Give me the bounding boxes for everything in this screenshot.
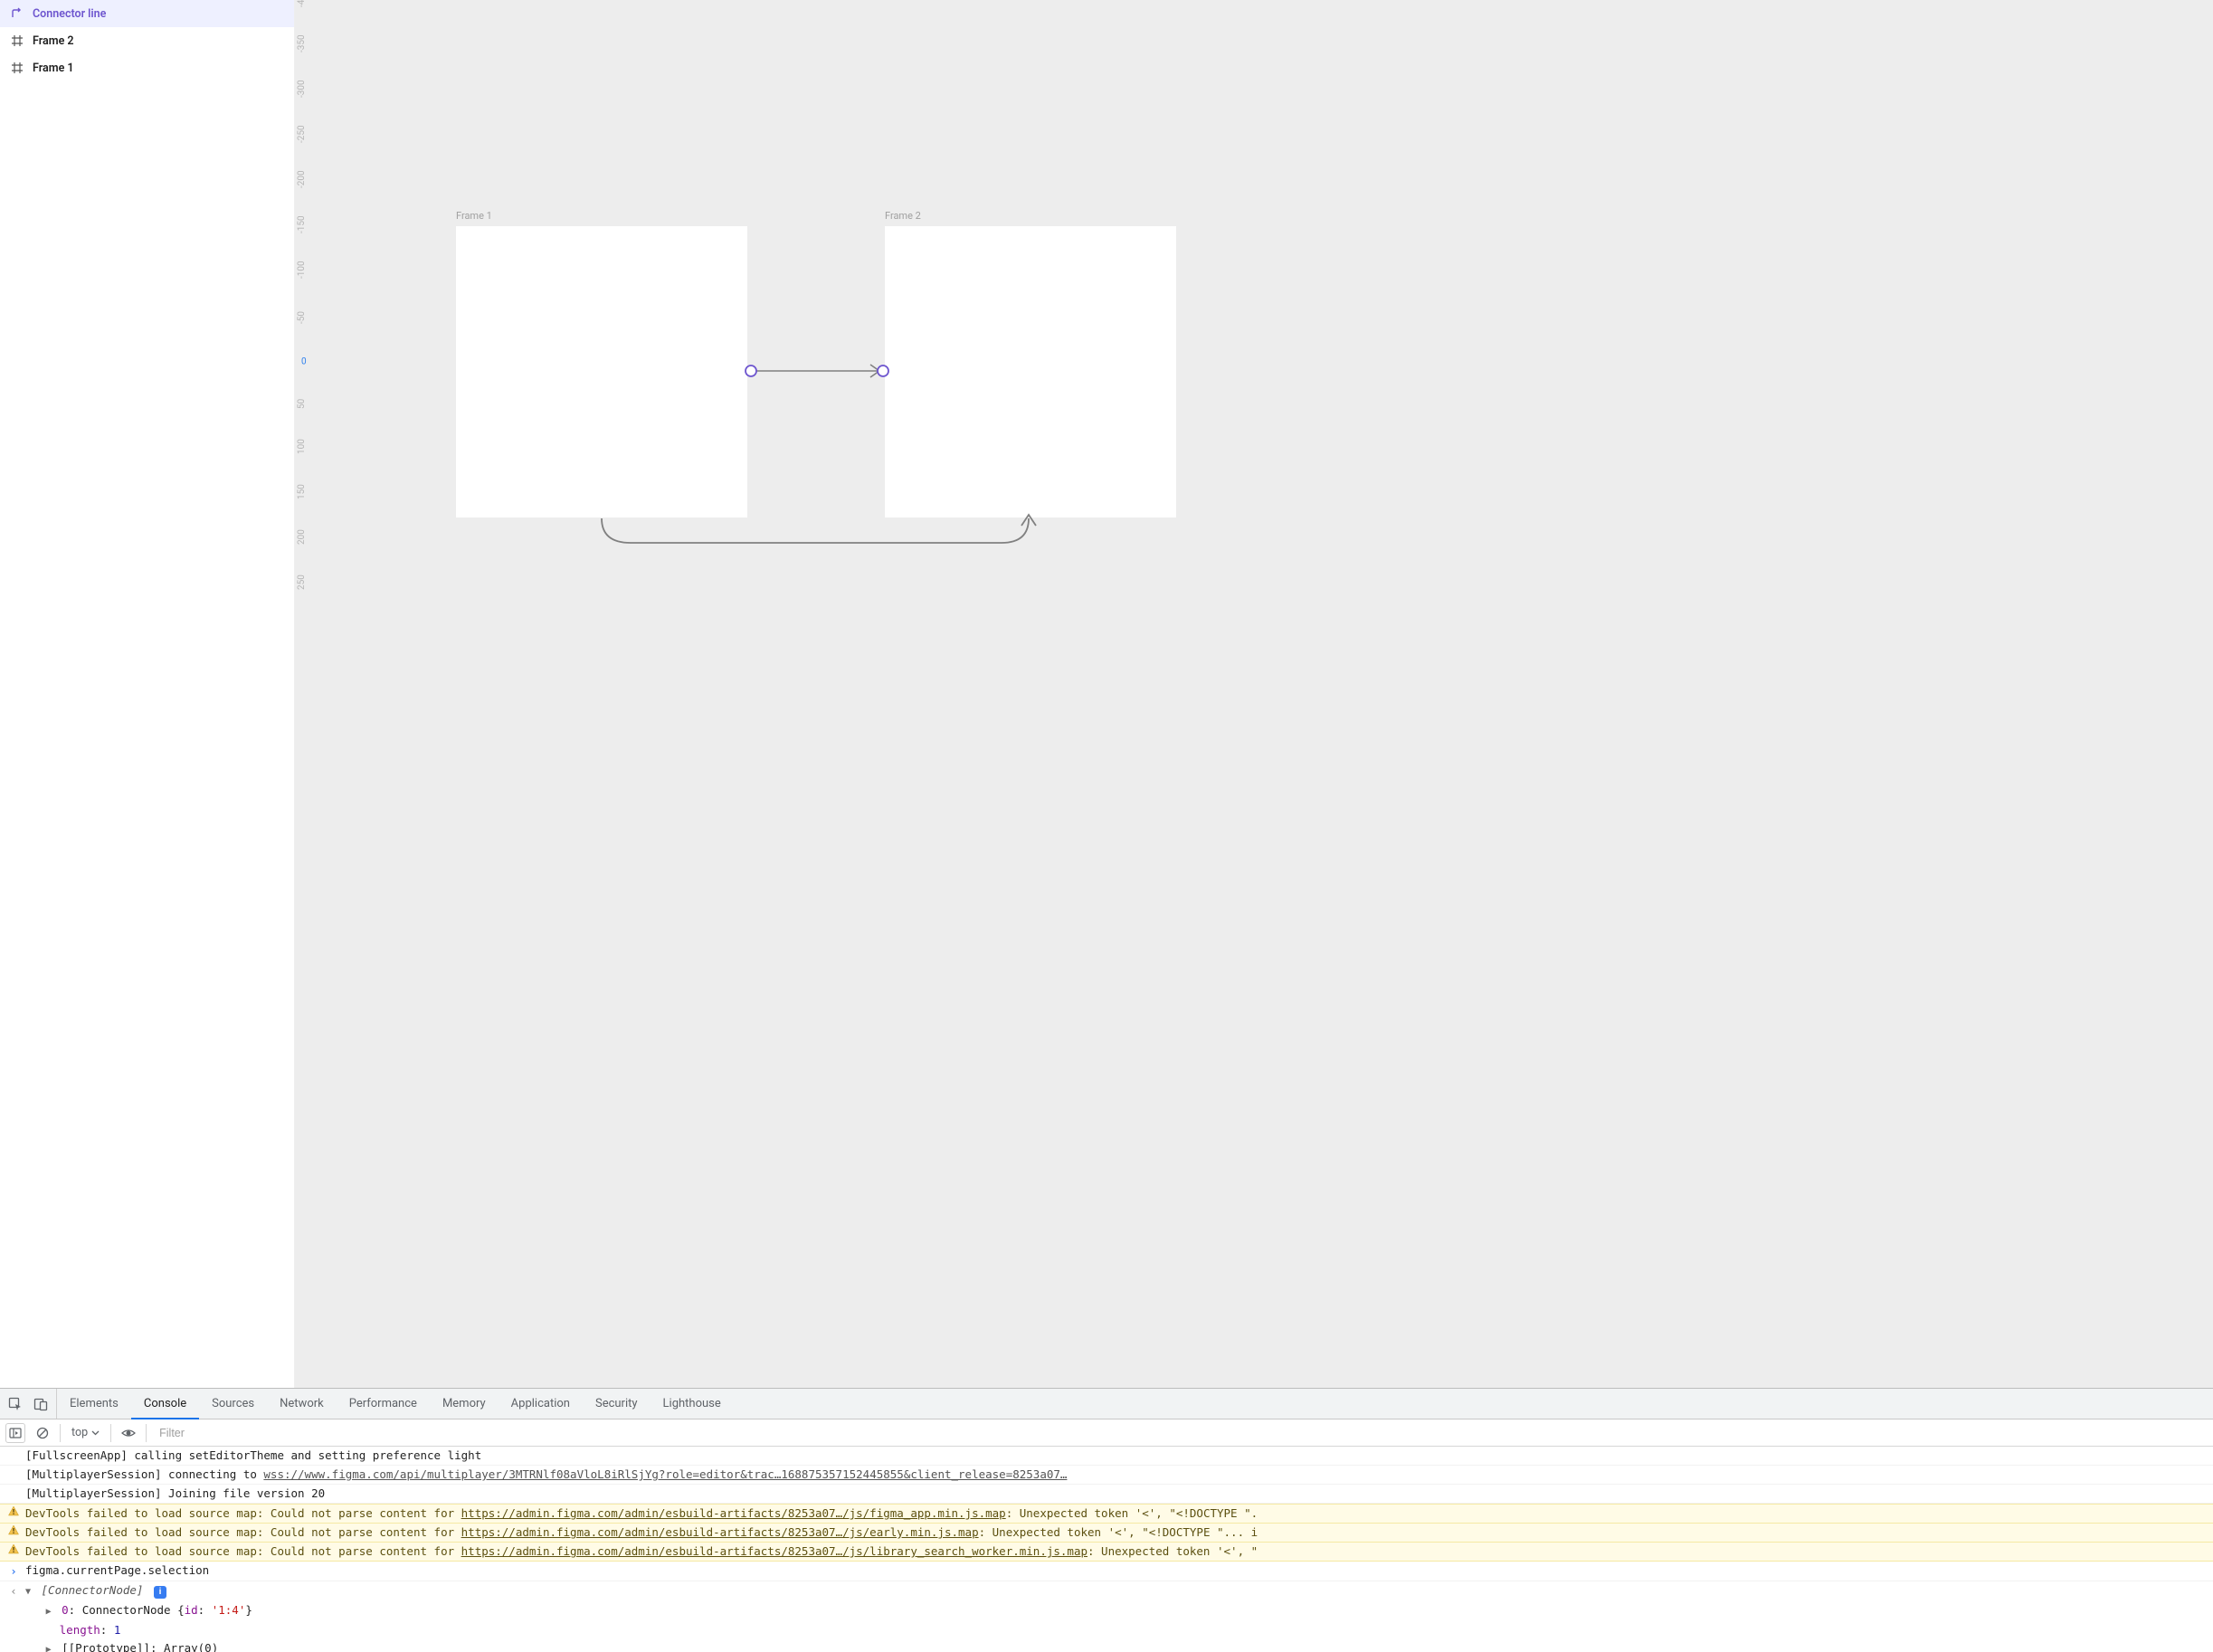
info-badge-icon[interactable]: i	[154, 1586, 166, 1599]
frame-label: Frame 2	[885, 210, 921, 222]
curved-connector	[594, 511, 1038, 565]
log-row-warning: DevTools failed to load source map: Coul…	[0, 1543, 2213, 1562]
frame-icon	[9, 33, 25, 49]
device-toggle-icon[interactable]	[31, 1394, 51, 1414]
layer-item-frame2[interactable]: Frame 2	[0, 27, 294, 54]
tab-elements[interactable]: Elements	[57, 1389, 131, 1419]
clear-console-icon[interactable]	[33, 1423, 52, 1443]
layer-label: Frame 1	[33, 62, 74, 75]
canvas[interactable]: -400 -350 -300 -250 -200 -150 -100 -50 0…	[295, 0, 2213, 1388]
inspect-icon[interactable]	[5, 1394, 25, 1414]
console-toolbar: top	[0, 1419, 2213, 1447]
connector-icon	[9, 5, 25, 22]
connector-selected[interactable]	[742, 363, 892, 379]
tab-console[interactable]: Console	[131, 1389, 199, 1419]
tab-application[interactable]: Application	[499, 1389, 583, 1419]
vertical-ruler: -400 -350 -300 -250 -200 -150 -100 -50 0…	[295, 0, 311, 1388]
link[interactable]: https://admin.figma.com/admin/esbuild-ar…	[461, 1525, 979, 1539]
tab-memory[interactable]: Memory	[430, 1389, 499, 1419]
frame-1[interactable]: Frame 1	[456, 226, 747, 517]
chevron-down-icon	[91, 1429, 100, 1437]
devtools-panel: Elements Console Sources Network Perform…	[0, 1388, 2213, 1652]
log-row: [MultiplayerSession] Joining file versio…	[0, 1485, 2213, 1504]
console-input-echo: › figma.currentPage.selection	[0, 1562, 2213, 1581]
log-row-warning: DevTools failed to load source map: Coul…	[0, 1504, 2213, 1524]
sidebar-toggle-icon[interactable]	[5, 1423, 25, 1443]
tab-security[interactable]: Security	[583, 1389, 651, 1419]
layers-panel: Connector line Frame 2 Frame 1	[0, 0, 295, 1388]
tab-lighthouse[interactable]: Lighthouse	[651, 1389, 734, 1419]
link[interactable]: wss://www.figma.com/api/multiplayer/3MTR…	[263, 1467, 1067, 1481]
layer-item-frame1[interactable]: Frame 1	[0, 54, 294, 81]
tab-performance[interactable]: Performance	[337, 1389, 430, 1419]
layer-item-connector[interactable]: Connector line	[0, 0, 294, 27]
tab-network[interactable]: Network	[267, 1389, 337, 1419]
devtools-tabs: Elements Console Sources Network Perform…	[0, 1389, 2213, 1419]
link[interactable]: https://admin.figma.com/admin/esbuild-ar…	[461, 1506, 1006, 1520]
layer-label: Frame 2	[33, 34, 74, 48]
curved-connector-start	[594, 511, 613, 529]
log-row: [FullscreenApp] calling setEditorTheme a…	[0, 1447, 2213, 1466]
warning-icon	[5, 1524, 22, 1535]
eye-icon[interactable]	[119, 1423, 138, 1443]
frame-icon	[9, 60, 25, 76]
console-result[interactable]: ‹ ▼ [ConnectorNode] i ▶ 0: ConnectorNode…	[0, 1581, 2213, 1652]
frame-label: Frame 1	[456, 210, 492, 222]
layer-label: Connector line	[33, 7, 106, 21]
context-selector[interactable]: top	[68, 1426, 103, 1439]
console-output[interactable]: [FullscreenApp] calling setEditorTheme a…	[0, 1447, 2213, 1652]
link[interactable]: https://admin.figma.com/admin/esbuild-ar…	[461, 1544, 1088, 1558]
tab-sources[interactable]: Sources	[199, 1389, 267, 1419]
frame-2[interactable]: Frame 2	[885, 226, 1176, 517]
log-row: [MultiplayerSession] connecting to wss:/…	[0, 1466, 2213, 1485]
filter-input[interactable]	[154, 1427, 2208, 1439]
log-row-warning: DevTools failed to load source map: Coul…	[0, 1524, 2213, 1543]
warning-icon	[5, 1505, 22, 1516]
warning-icon	[5, 1543, 22, 1554]
